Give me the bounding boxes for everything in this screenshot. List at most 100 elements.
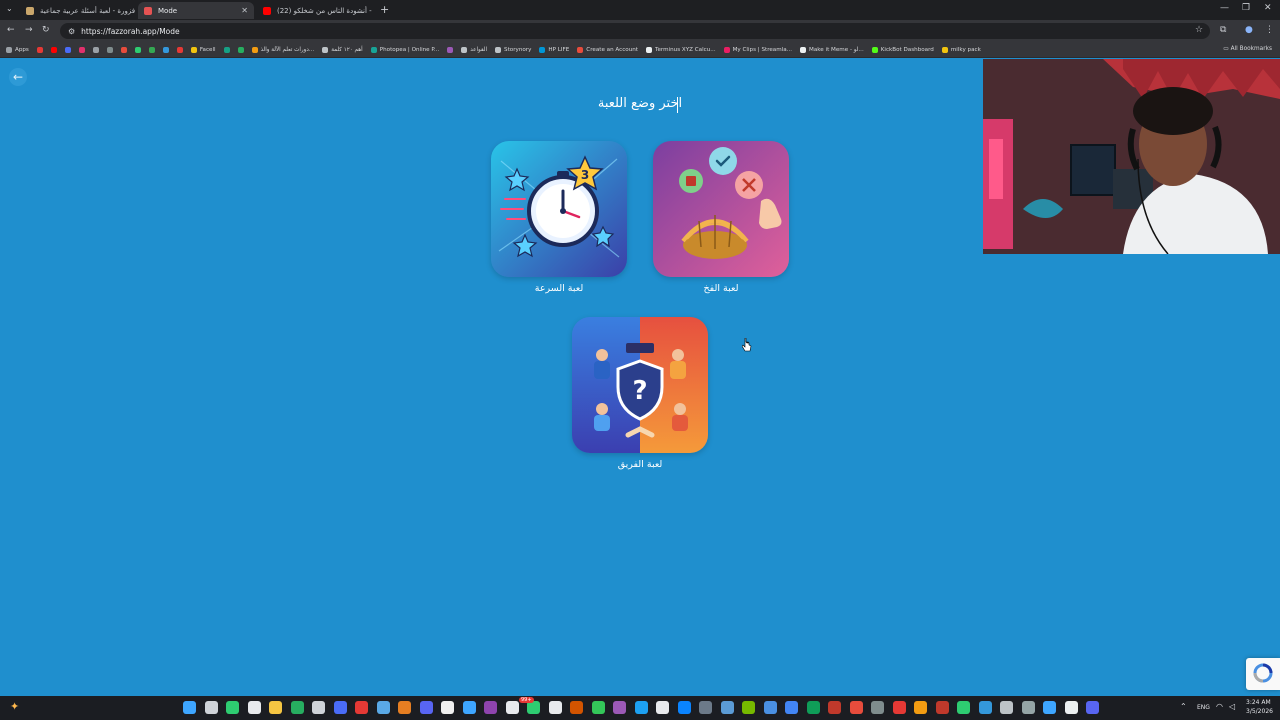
taskbar-app-icon[interactable]: [269, 701, 282, 714]
taskbar-app-icon[interactable]: [828, 701, 841, 714]
taskbar-app-icon[interactable]: [1064, 701, 1078, 714]
taskbar-app-icon[interactable]: [505, 701, 519, 714]
taskbar-app-icon[interactable]: [333, 701, 347, 714]
bookmark-item[interactable]: KickBot Dashboard: [871, 46, 934, 53]
language-indicator[interactable]: ENG: [1197, 704, 1210, 711]
taskbar-app-icon[interactable]: [548, 701, 562, 714]
mode-card-trap[interactable]: لعبة الفخ: [651, 141, 791, 294]
taskbar-app-icon[interactable]: [376, 701, 390, 714]
bookmark-item[interactable]: [447, 46, 454, 53]
bookmark-item[interactable]: [237, 46, 244, 53]
bookmark-item[interactable]: Apps: [6, 46, 29, 53]
taskbar-app-icon[interactable]: [892, 701, 906, 714]
bookmark-item[interactable]: [176, 46, 183, 53]
bookmark-item[interactable]: Facell: [190, 46, 216, 53]
all-bookmarks[interactable]: ▭ All Bookmarks: [1223, 46, 1272, 52]
bookmark-item[interactable]: [36, 46, 43, 53]
site-info-icon[interactable]: ⚙: [68, 27, 75, 36]
taskbar-app-icon[interactable]: [935, 701, 949, 714]
taskbar-app-icon[interactable]: [914, 701, 927, 714]
taskbar-app-icon[interactable]: [785, 701, 798, 714]
taskbar-app-icon[interactable]: [570, 701, 583, 714]
bookmark-item[interactable]: [223, 46, 230, 53]
bookmark-item[interactable]: Create an Account: [577, 46, 638, 53]
taskbar-app-icon[interactable]: [355, 701, 368, 714]
taskbar-app-icon[interactable]: [290, 701, 304, 714]
new-tab-icon[interactable]: +: [380, 3, 389, 16]
tab-youtube[interactable]: (22) أنشودة التاس من شخلكو - ... ✕: [257, 2, 373, 19]
forward-icon[interactable]: →: [25, 25, 33, 35]
bookmark-item[interactable]: [162, 46, 169, 53]
bookmark-item[interactable]: [134, 46, 141, 53]
bookmark-item[interactable]: دورات تعلم الآلة والذ...: [251, 46, 314, 53]
profile-icon[interactable]: ●: [1245, 25, 1253, 35]
bookmark-item[interactable]: [64, 46, 71, 53]
taskbar-app-icon[interactable]: [1043, 701, 1056, 714]
taskbar-app-icon[interactable]: [419, 701, 433, 714]
taskbar-app-icon[interactable]: [462, 701, 476, 714]
recaptcha-badge[interactable]: [1246, 658, 1280, 690]
taskbar-app-icon[interactable]: [441, 701, 454, 714]
url-field[interactable]: ⚙ https://fazzorah.app/Mode: [60, 23, 1210, 39]
wifi-icon[interactable]: ◠: [1216, 702, 1223, 711]
tray-chevron-icon[interactable]: ⌃: [1180, 702, 1187, 711]
taskbar-app-icon[interactable]: [484, 701, 497, 714]
taskbar-app-icon[interactable]: [591, 701, 605, 714]
extensions-icon[interactable]: ⧉: [1220, 25, 1226, 35]
close-icon[interactable]: ✕: [241, 6, 248, 15]
taskbar-app-icon[interactable]: [1021, 701, 1035, 714]
restore-icon[interactable]: ❐: [1242, 3, 1250, 13]
bookmark-item[interactable]: Photopea | Online P...: [370, 46, 439, 53]
start-icon[interactable]: [183, 701, 196, 714]
bookmark-item[interactable]: [120, 46, 127, 53]
taskbar-app-icon[interactable]: [312, 701, 325, 714]
bookmark-item[interactable]: [148, 46, 155, 53]
menu-icon[interactable]: ⋮: [1265, 25, 1274, 35]
bookmark-star-icon[interactable]: ☆: [1195, 25, 1203, 35]
bookmark-item[interactable]: HP LIFE: [539, 46, 569, 53]
tab-search-icon[interactable]: ⌄: [6, 4, 13, 13]
bookmark-item[interactable]: Terminus XYZ Calcu...: [646, 46, 716, 53]
bookmark-item[interactable]: Storynory: [495, 46, 531, 53]
taskbar-app-icon[interactable]: [677, 701, 691, 714]
taskbar-app-icon[interactable]: [720, 701, 734, 714]
volume-icon[interactable]: ◁: [1229, 702, 1235, 711]
taskbar-app-icon[interactable]: [1000, 701, 1013, 714]
bookmark-item[interactable]: [50, 46, 57, 53]
search-icon[interactable]: [204, 701, 218, 714]
taskbar-app-icon[interactable]: [1086, 701, 1099, 714]
taskbar-app-icon[interactable]: [806, 701, 820, 714]
taskbar-app-icon[interactable]: [656, 701, 669, 714]
bookmark-item[interactable]: القواعد: [461, 46, 487, 53]
back-icon[interactable]: ←: [7, 25, 15, 35]
bookmark-item[interactable]: [78, 46, 85, 53]
taskbar-app-icon[interactable]: [763, 701, 777, 714]
bookmark-item[interactable]: milky pack: [941, 46, 981, 53]
taskbar-app-icon[interactable]: [849, 701, 863, 714]
taskbar-app-icon[interactable]: [871, 701, 884, 714]
taskbar-app-icon[interactable]: [226, 701, 239, 714]
mode-card-team[interactable]: ? لعبة الفريق: [570, 317, 710, 470]
clock-date[interactable]: 3/5/2026: [1246, 708, 1273, 715]
taskbar-app-icon[interactable]: [699, 701, 712, 714]
tab-mode[interactable]: Mode ✕: [138, 2, 254, 19]
taskbar-app-icon[interactable]: [742, 701, 755, 714]
back-button[interactable]: ←: [9, 68, 27, 86]
taskbar-app-icon[interactable]: [957, 701, 970, 714]
window-close-icon[interactable]: ✕: [1264, 3, 1272, 13]
taskbar-app-icon[interactable]: [978, 701, 992, 714]
taskbar-app-icon[interactable]: [634, 701, 648, 714]
tab-fazzorah[interactable]: فزورة - لعبة أسئلة عربية جماعية ... ✕: [20, 2, 135, 19]
bookmark-item[interactable]: [106, 46, 113, 53]
clock-time[interactable]: 3:24 AM: [1246, 699, 1271, 706]
mode-card-speed[interactable]: 3 لعبة السرعة: [489, 141, 629, 294]
bookmark-item[interactable]: أهم ١٢٠ كلمة: [322, 46, 363, 53]
taskbar-app-icon[interactable]: [247, 701, 261, 714]
bookmark-item[interactable]: My Clips | Streamla...: [723, 46, 792, 53]
bookmark-item[interactable]: [92, 46, 99, 53]
bookmark-item[interactable]: Make it Meme - لو...: [800, 46, 864, 53]
reload-icon[interactable]: ↻: [42, 25, 50, 35]
widgets-icon[interactable]: ✦: [10, 700, 19, 713]
taskbar-app-icon[interactable]: [398, 701, 411, 714]
taskbar-app-icon[interactable]: [613, 701, 626, 714]
